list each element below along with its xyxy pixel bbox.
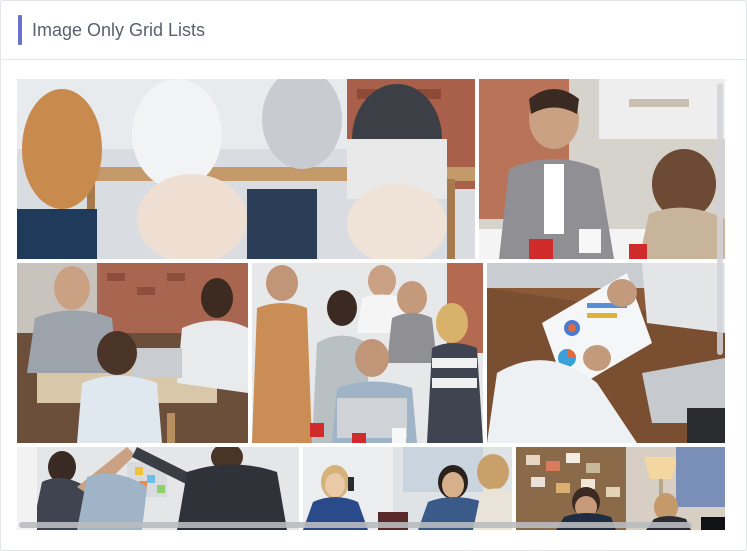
team-group-selfie-image xyxy=(252,263,483,443)
phone-call-woman-image xyxy=(303,447,512,530)
office-laptop-man-image xyxy=(516,447,725,530)
horizontal-scrollbar[interactable] xyxy=(19,522,692,528)
grid-tile-phone-call[interactable] xyxy=(303,447,512,530)
office-discussion-image xyxy=(17,263,248,443)
grid-tile-smiling-businessman[interactable] xyxy=(479,79,725,259)
grid-tile-team-group[interactable] xyxy=(252,263,483,443)
grid-tile-charts-analysis[interactable] xyxy=(487,263,725,443)
image-grid-list[interactable] xyxy=(17,79,725,530)
high-five-colleagues-image xyxy=(17,447,299,530)
grid-tile-office-discussion[interactable] xyxy=(17,263,248,443)
card-header: Image Only Grid Lists xyxy=(1,1,746,60)
grid-tile-team-meeting[interactable] xyxy=(17,79,475,259)
grid-tile-high-five[interactable] xyxy=(17,447,299,530)
smiling-businessman-image xyxy=(479,79,725,259)
title-accent-bar xyxy=(18,15,22,45)
grid-tile-office-laptop[interactable] xyxy=(516,447,725,530)
vertical-scrollbar[interactable] xyxy=(717,83,723,355)
card-title: Image Only Grid Lists xyxy=(32,20,206,40)
charts-analysis-image xyxy=(487,263,725,443)
team-meeting-table-image xyxy=(17,79,475,259)
